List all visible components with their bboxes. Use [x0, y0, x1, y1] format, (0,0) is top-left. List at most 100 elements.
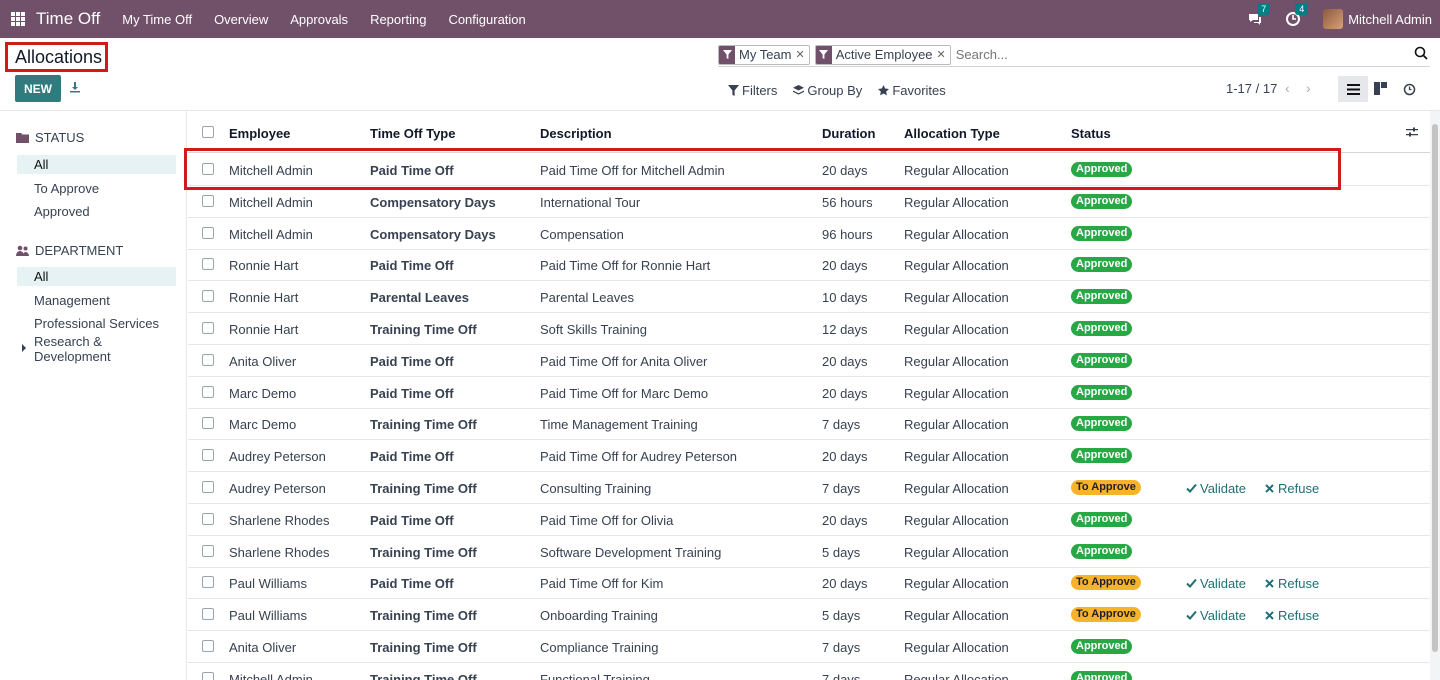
table-row[interactable]: Ronnie Hart Paid Time Off Paid Time Off fo… — [188, 249, 1430, 282]
status-to-approve[interactable]: To Approve — [17, 179, 176, 198]
row-checkbox[interactable] — [202, 417, 214, 430]
pager-previous-icon[interactable]: ‹ — [1285, 80, 1290, 96]
new-button[interactable]: NEW — [15, 75, 61, 102]
user-avatar[interactable] — [1323, 9, 1344, 29]
header-status[interactable]: Status — [1071, 126, 1111, 141]
table-row[interactable]: Marc Demo Training Time Off Time Managemen… — [188, 408, 1430, 441]
header-allocation-type[interactable]: Allocation Type — [904, 126, 1000, 141]
table-row[interactable]: Mitchell Admin Compensatory Days Compensat… — [188, 218, 1430, 250]
validate-button[interactable]: Validate — [1186, 481, 1246, 496]
facet-my-team[interactable]: My Team ✕ — [718, 44, 810, 65]
activities-badge: 4 — [1295, 3, 1309, 15]
kanban-view-button[interactable] — [1374, 82, 1388, 96]
menu-configuration[interactable]: Configuration — [448, 12, 525, 27]
folder-icon — [16, 132, 29, 143]
pager-value[interactable]: 1-17 / 17 — [1226, 81, 1277, 96]
row-checkbox[interactable] — [202, 258, 214, 271]
cell-duration: 20 days — [822, 385, 868, 401]
status-badge: To Approve — [1071, 607, 1141, 623]
row-checkbox[interactable] — [202, 385, 214, 398]
cell-description: Paid Time Off for Olivia — [540, 512, 674, 528]
table-row[interactable]: Anita Oliver Paid Time Off Paid Time Off f… — [188, 345, 1430, 377]
department-management[interactable]: Management — [17, 291, 176, 310]
department-professional-services[interactable]: Professional Services — [17, 314, 176, 333]
search-icon[interactable] — [1414, 46, 1428, 60]
download-icon[interactable] — [69, 81, 81, 93]
select-all-checkbox[interactable] — [202, 126, 214, 138]
row-checkbox[interactable] — [202, 576, 214, 589]
cell-duration: 5 days — [822, 608, 861, 624]
favorites-button[interactable]: Favorites — [878, 83, 946, 98]
department-all[interactable]: All — [17, 267, 176, 286]
validate-button[interactable]: Validate — [1186, 576, 1246, 591]
header-employee[interactable]: Employee — [229, 126, 290, 141]
cell-time-off-type: Paid Time Off — [370, 512, 454, 528]
activity-view-button[interactable] — [1403, 83, 1416, 96]
scrollbar-thumb[interactable] — [1432, 124, 1438, 652]
row-checkbox[interactable] — [202, 512, 214, 525]
cell-description: Paid Time Off for Anita Oliver — [540, 353, 708, 369]
remove-facet-icon[interactable]: ✕ — [937, 48, 950, 61]
department-research-development[interactable]: Research & Development — [17, 334, 176, 364]
list-view-button[interactable] — [1338, 76, 1368, 102]
table-row[interactable]: Ronnie Hart Parental Leaves Parental Leave… — [188, 281, 1430, 314]
row-checkbox[interactable] — [202, 353, 214, 366]
row-checkbox[interactable] — [202, 226, 214, 239]
row-checkbox[interactable] — [202, 322, 214, 334]
row-checkbox[interactable] — [202, 481, 214, 493]
header-description[interactable]: Description — [540, 126, 612, 141]
status-all[interactable]: All — [17, 155, 176, 174]
status-badge: Approved — [1071, 416, 1133, 432]
search-input[interactable] — [955, 47, 1430, 62]
row-checkbox[interactable] — [202, 290, 214, 303]
row-checkbox[interactable] — [202, 194, 214, 207]
app-name[interactable]: Time Off — [36, 9, 100, 29]
row-checkbox[interactable] — [202, 544, 214, 557]
table-row[interactable]: Audrey Peterson Paid Time Off Paid Time Of… — [188, 440, 1430, 473]
row-checkbox[interactable] — [202, 449, 214, 462]
refuse-button[interactable]: Refuse — [1264, 576, 1319, 591]
table-row[interactable]: Sharlene Rhodes Paid Time Off Paid Time Of… — [188, 504, 1430, 536]
validate-button[interactable]: Validate — [1186, 608, 1246, 623]
header-duration[interactable]: Duration — [822, 126, 875, 141]
activities-button[interactable]: 4 — [1285, 3, 1309, 27]
header-time-off-type[interactable]: Time Off Type — [370, 126, 455, 141]
table-row[interactable]: Mitchell Admin Compensatory Days Internati… — [188, 186, 1430, 218]
refuse-button[interactable]: Refuse — [1264, 608, 1319, 623]
row-checkbox[interactable] — [202, 671, 214, 680]
cell-duration: 20 days — [822, 449, 868, 465]
menu-my-time-off[interactable]: My Time Off — [122, 12, 192, 27]
refuse-button[interactable]: Refuse — [1264, 481, 1319, 496]
table-row[interactable]: Mitchell Admin Training Time Off Functiona… — [188, 663, 1430, 680]
table-row[interactable]: Marc Demo Paid Time Off Paid Time Off for … — [188, 377, 1430, 409]
expand-caret-icon[interactable] — [22, 344, 26, 352]
filters-button[interactable]: Filters — [728, 83, 777, 98]
remove-facet-icon[interactable]: ✕ — [796, 48, 809, 61]
row-checkbox[interactable] — [202, 163, 214, 175]
table-row[interactable]: Ronnie Hart Training Time Off Soft Skills … — [188, 313, 1430, 345]
status-approved[interactable]: Approved — [17, 202, 176, 221]
table-row[interactable]: Paul Williams Training Time Off Onboarding… — [188, 599, 1430, 632]
messages-button[interactable]: 7 — [1247, 3, 1271, 27]
table-row[interactable]: Sharlene Rhodes Training Time Off Software… — [188, 536, 1430, 568]
column-settings-icon[interactable] — [1406, 126, 1418, 138]
table-row[interactable]: Paul Williams Paid Time Off Paid Time Off … — [188, 567, 1430, 600]
table-row[interactable]: Mitchell Admin Paid Time Off Paid Time Off… — [188, 154, 1430, 186]
cell-duration: 20 days — [822, 512, 868, 528]
facet-active-employee[interactable]: Active Employee ✕ — [814, 44, 951, 65]
row-checkbox[interactable] — [202, 640, 214, 652]
user-name[interactable]: Mitchell Admin — [1348, 12, 1432, 27]
cell-time-off-type: Parental Leaves — [370, 290, 470, 306]
menu-overview[interactable]: Overview — [214, 12, 268, 27]
cell-time-off-type: Paid Time Off — [370, 576, 454, 592]
close-icon — [1265, 579, 1274, 589]
menu-reporting[interactable]: Reporting — [370, 12, 426, 27]
table-row[interactable]: Anita Oliver Training Time Off Compliance … — [188, 631, 1430, 663]
menu-approvals[interactable]: Approvals — [290, 12, 348, 27]
apps-grid-icon[interactable] — [11, 12, 25, 26]
groupby-button[interactable]: Group By — [793, 83, 862, 98]
row-checkbox[interactable] — [202, 608, 214, 621]
cell-employee: Mitchell Admin — [229, 671, 313, 680]
pager-next-icon[interactable]: › — [1306, 80, 1311, 96]
table-row[interactable]: Audrey Peterson Training Time Off Consulti… — [188, 472, 1430, 504]
